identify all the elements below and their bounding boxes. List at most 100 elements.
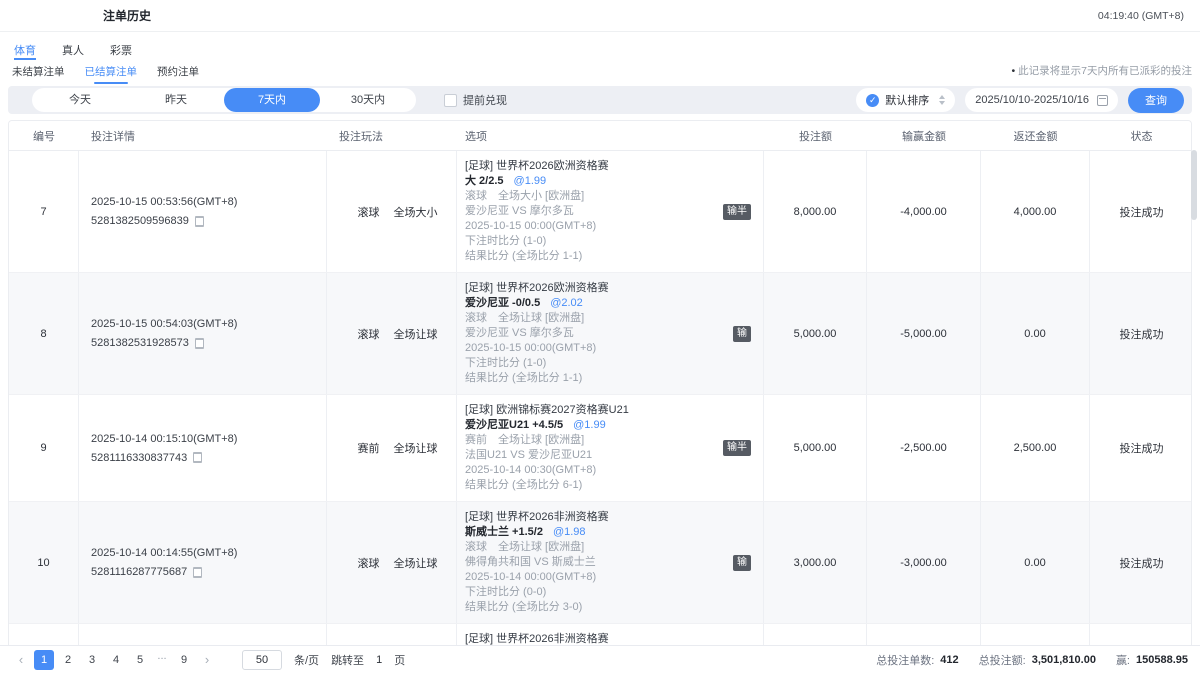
bet-history-page: 注单历史 04:19:40 (GMT+8) 体育 真人 彩票 未结算注单 已结算… bbox=[0, 0, 1200, 673]
options-cell: [足球] 世界杯2026非洲资格赛 斯威士兰 +1.5/2@1.98 滚球 全场… bbox=[457, 502, 764, 623]
tab-lottery[interactable]: 彩票 bbox=[110, 42, 132, 60]
category-tabs: 体育 真人 彩票 bbox=[0, 32, 1200, 60]
odds-value: @1.99 bbox=[573, 419, 606, 431]
filter-bar-right: ✓ 默认排序 2025/10/10-2025/10/16 查询 bbox=[856, 88, 1184, 113]
play-phase: 赛前 bbox=[358, 440, 380, 456]
page-size-input[interactable]: 50 bbox=[242, 650, 282, 670]
play-market: 全场让球 bbox=[394, 555, 438, 571]
result-badge: 输半 bbox=[723, 440, 751, 456]
option-line: 下注时比分 (0-0) bbox=[465, 585, 763, 600]
option-line: 2025-10-14 00:00(GMT+8) bbox=[465, 570, 763, 585]
option-line: 滚球 全场大小 [欧洲盘] bbox=[465, 189, 763, 204]
option-line: 结果比分 (全场比分 6-1) bbox=[465, 478, 763, 493]
jump-page-input[interactable]: 1 bbox=[376, 654, 382, 666]
table-header: 编号 投注详情 投注玩法 选项 投注额 输赢金额 返还金额 状态 bbox=[9, 121, 1191, 151]
next-page-icon[interactable]: › bbox=[198, 652, 216, 667]
row-number: 8 bbox=[40, 328, 46, 340]
winloss-amount: -4,000.00 bbox=[867, 206, 980, 218]
selection: 爱沙尼亚U21 +4.5/5 bbox=[465, 419, 563, 431]
col-header-no: 编号 bbox=[9, 128, 79, 144]
copy-icon[interactable] bbox=[193, 452, 202, 463]
copy-icon[interactable] bbox=[193, 567, 202, 578]
bet-time: 2025-10-14 00:15:10(GMT+8) bbox=[91, 433, 326, 445]
sort-selected-value: 默认排序 bbox=[885, 92, 929, 108]
play-phase: 滚球 bbox=[358, 204, 380, 220]
search-button[interactable]: 查询 bbox=[1128, 88, 1184, 113]
range-30days[interactable]: 30天内 bbox=[320, 88, 416, 112]
selection: 斯威士兰 +1.5/2 bbox=[465, 526, 543, 538]
vertical-scrollbar[interactable] bbox=[1191, 150, 1197, 220]
range-today[interactable]: 今天 bbox=[32, 88, 128, 112]
server-time: 04:19:40 (GMT+8) bbox=[1098, 10, 1184, 22]
page-button[interactable]: 1 bbox=[34, 650, 54, 670]
order-id: 5281116330837743 bbox=[91, 452, 187, 464]
filter-bar: 今天 昨天 7天内 30天内 提前兑现 ✓ 默认排序 2025/10/10-20… bbox=[8, 86, 1192, 114]
selection: 爱沙尼亚 -0/0.5 bbox=[465, 297, 540, 309]
total-count-value: 412 bbox=[940, 654, 958, 666]
play-phase: 滚球 bbox=[358, 326, 380, 342]
play-type-cell: 滚球全场让球 bbox=[327, 273, 457, 394]
subtab-unsettled[interactable]: 未结算注单 bbox=[10, 64, 67, 84]
table-row[interactable]: 7 2025-10-15 00:53:56(GMT+8) 52813825095… bbox=[9, 151, 1191, 272]
early-cashout-filter[interactable]: 提前兑现 bbox=[444, 92, 507, 108]
note-text: 此记录将显示7天内所有已派彩的投注 bbox=[1018, 65, 1192, 77]
date-range-segments: 今天 昨天 7天内 30天内 bbox=[32, 88, 416, 112]
play-market: 全场让球 bbox=[394, 326, 438, 342]
order-id: 5281116287775687 bbox=[91, 566, 187, 578]
copy-icon[interactable] bbox=[195, 216, 204, 227]
range-yesterday[interactable]: 昨天 bbox=[128, 88, 224, 112]
page-button[interactable]: 3 bbox=[82, 650, 102, 670]
option-line: 滚球 全场让球 [欧洲盘] bbox=[465, 311, 763, 326]
early-cashout-label: 提前兑现 bbox=[463, 92, 507, 108]
early-cashout-checkbox[interactable] bbox=[444, 94, 457, 107]
sort-select[interactable]: ✓ 默认排序 bbox=[856, 88, 955, 112]
bet-time: 2025-10-15 00:54:03(GMT+8) bbox=[91, 318, 326, 330]
league-name: [足球] 世界杯2026欧洲资格赛 bbox=[465, 281, 763, 296]
table-row[interactable]: 9 2025-10-14 00:15:10(GMT+8) 52811163308… bbox=[9, 394, 1191, 501]
league-name: [足球] 世界杯2026欧洲资格赛 bbox=[465, 159, 763, 174]
option-line: 结果比分 (全场比分 1-1) bbox=[465, 249, 763, 264]
option-line: 赛前 全场让球 [欧洲盘] bbox=[465, 433, 763, 448]
bet-details-cell: 2025-10-14 00:14:55(GMT+8) 5281116287775… bbox=[79, 502, 327, 623]
bet-details-cell: 2025-10-15 00:54:03(GMT+8) 5281382531928… bbox=[79, 273, 327, 394]
bets-table: 编号 投注详情 投注玩法 选项 投注额 输赢金额 返还金额 状态 7 2025-… bbox=[8, 120, 1192, 652]
return-amount: 4,000.00 bbox=[981, 206, 1089, 218]
play-type-cell: 赛前全场让球 bbox=[327, 395, 457, 501]
league-name: [足球] 欧洲锦标赛2027资格赛U21 bbox=[465, 403, 763, 418]
total-amount-label: 总投注额: bbox=[979, 652, 1026, 668]
top-bar: 注单历史 04:19:40 (GMT+8) bbox=[0, 0, 1200, 32]
total-win-label: 赢: bbox=[1116, 652, 1130, 668]
return-amount: 0.00 bbox=[981, 557, 1089, 569]
range-7days[interactable]: 7天内 bbox=[224, 88, 320, 112]
odds-value: @1.98 bbox=[553, 526, 586, 538]
tab-live[interactable]: 真人 bbox=[62, 42, 84, 60]
play-phase: 滚球 bbox=[358, 555, 380, 571]
option-line: 2025-10-15 00:00(GMT+8) bbox=[465, 341, 763, 356]
note-bullet-icon: • bbox=[1011, 65, 1015, 77]
result-badge: 输 bbox=[733, 326, 751, 342]
check-circle-icon: ✓ bbox=[866, 94, 879, 107]
play-type-cell: 滚球全场大小 bbox=[327, 151, 457, 272]
option-line: 滚球 全场让球 [欧洲盘] bbox=[465, 540, 763, 555]
date-range-picker[interactable]: 2025/10/10-2025/10/16 bbox=[965, 88, 1118, 112]
option-line: 下注时比分 (1-0) bbox=[465, 234, 763, 249]
copy-icon[interactable] bbox=[195, 338, 204, 349]
options-cell: [足球] 世界杯2026欧洲资格赛 爱沙尼亚 -0/0.5@2.02 滚球 全场… bbox=[457, 273, 764, 394]
option-line: 法国U21 VS 爱沙尼亚U21 bbox=[465, 448, 763, 463]
option-detail-lines: 滚球 全场大小 [欧洲盘]爱沙尼亚 VS 摩尔多瓦2025-10-15 00:0… bbox=[465, 189, 763, 264]
play-market: 全场让球 bbox=[394, 440, 438, 456]
col-header-bet-amount: 投注额 bbox=[764, 128, 867, 144]
subtab-reserved[interactable]: 预约注单 bbox=[155, 64, 201, 84]
subtab-settled[interactable]: 已结算注单 bbox=[83, 64, 140, 84]
page-button[interactable]: 4 bbox=[106, 650, 126, 670]
table-row[interactable]: 8 2025-10-15 00:54:03(GMT+8) 52813825319… bbox=[9, 272, 1191, 394]
table-row[interactable]: 10 2025-10-14 00:14:55(GMT+8) 5281116287… bbox=[9, 501, 1191, 623]
option-detail-lines: 滚球 全场让球 [欧洲盘]爱沙尼亚 VS 摩尔多瓦2025-10-15 00:0… bbox=[465, 311, 763, 386]
table-body: 7 2025-10-15 00:53:56(GMT+8) 52813825095… bbox=[9, 151, 1191, 652]
page-button[interactable]: 2 bbox=[58, 650, 78, 670]
page-button[interactable]: 5 bbox=[130, 650, 150, 670]
prev-page-icon[interactable]: ‹ bbox=[12, 652, 30, 667]
page-button[interactable]: 9 bbox=[174, 650, 194, 670]
tab-sports[interactable]: 体育 bbox=[14, 42, 36, 60]
winloss-amount: -5,000.00 bbox=[867, 328, 980, 340]
